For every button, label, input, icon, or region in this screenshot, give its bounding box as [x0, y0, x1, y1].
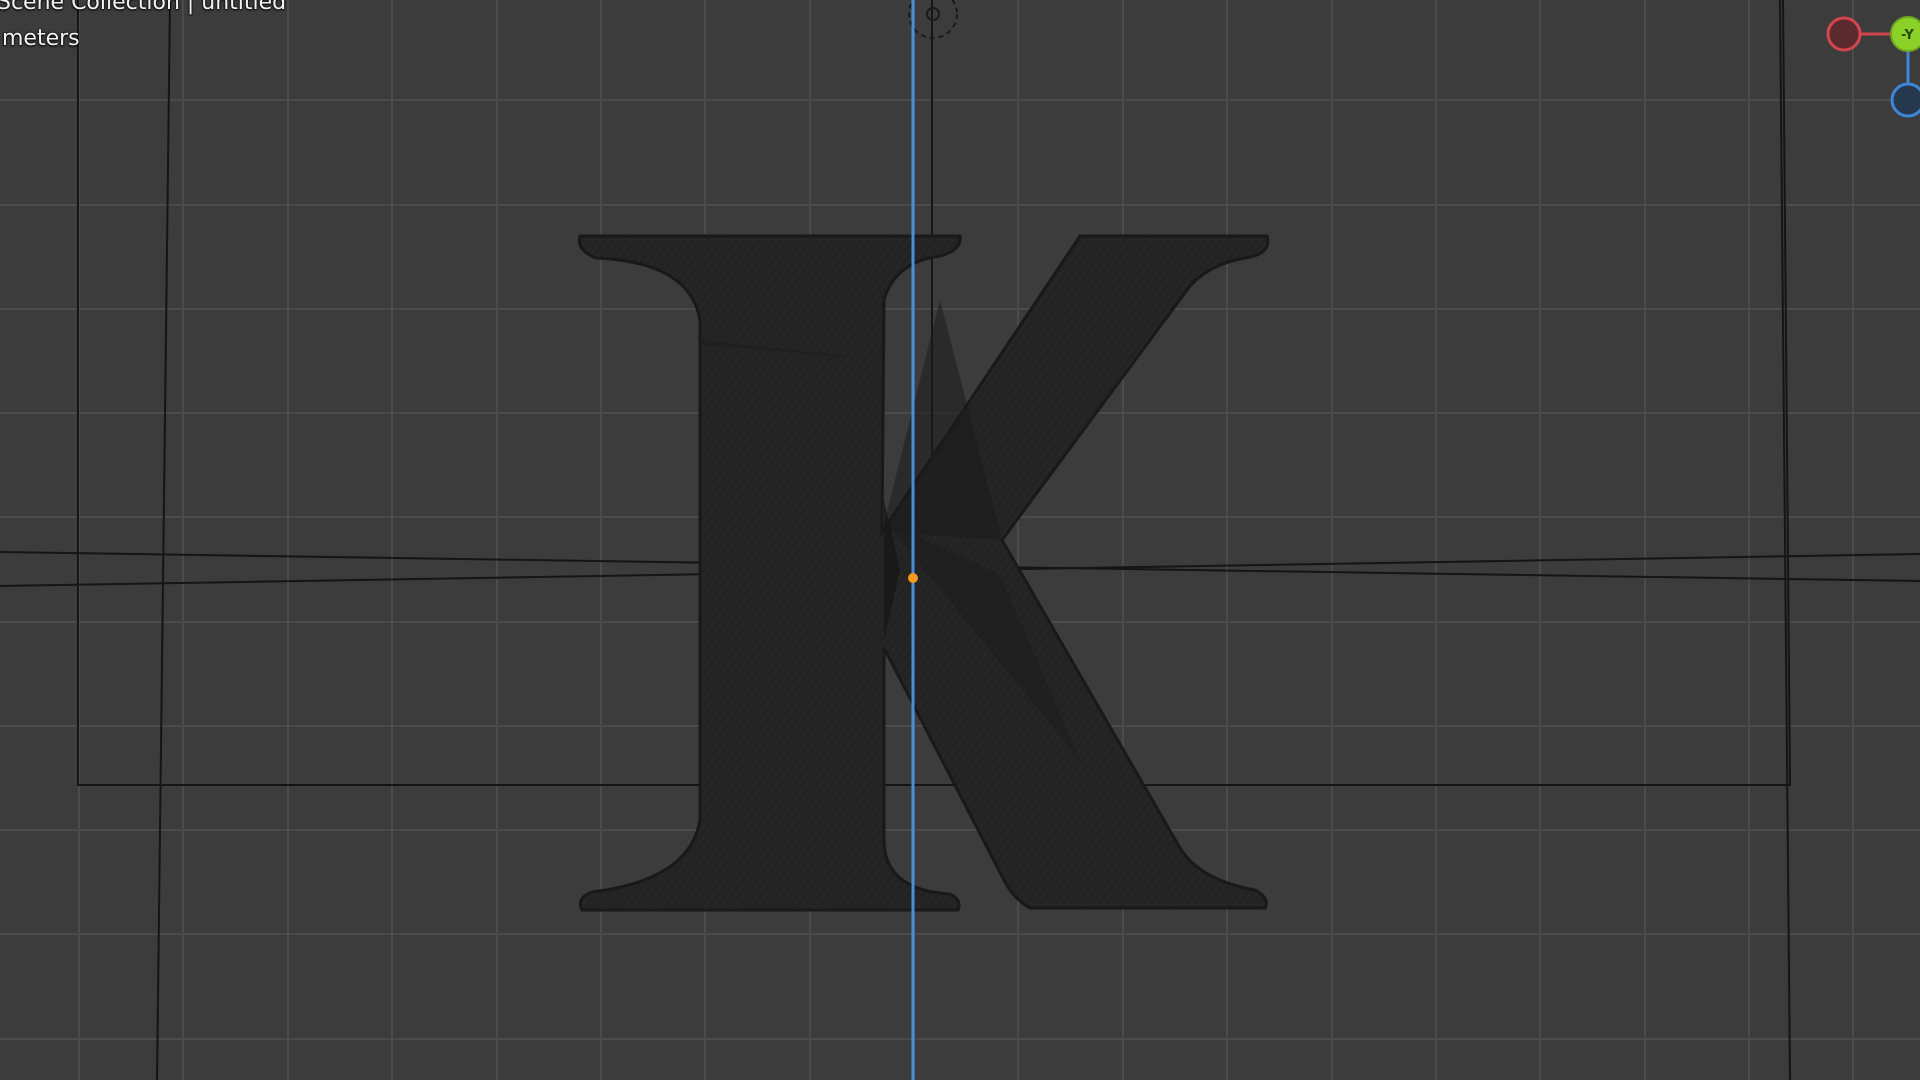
3d-viewport[interactable]: Scene Collection | untitled meters -Y	[0, 0, 1920, 1080]
gizmo-x-axis[interactable]	[1826, 16, 1862, 52]
text-object-k[interactable]	[577, 234, 1270, 912]
navigation-gizmo[interactable]: -Y	[1818, 0, 1920, 120]
viewport-canvas[interactable]	[0, 0, 1920, 1080]
gizmo-z-axis[interactable]	[1890, 82, 1920, 118]
collection-label: Scene Collection | untitled	[0, 0, 287, 15]
object-origin[interactable]	[908, 573, 918, 583]
gizmo-y-label: -Y	[1901, 28, 1914, 43]
units-label: meters	[2, 26, 80, 51]
